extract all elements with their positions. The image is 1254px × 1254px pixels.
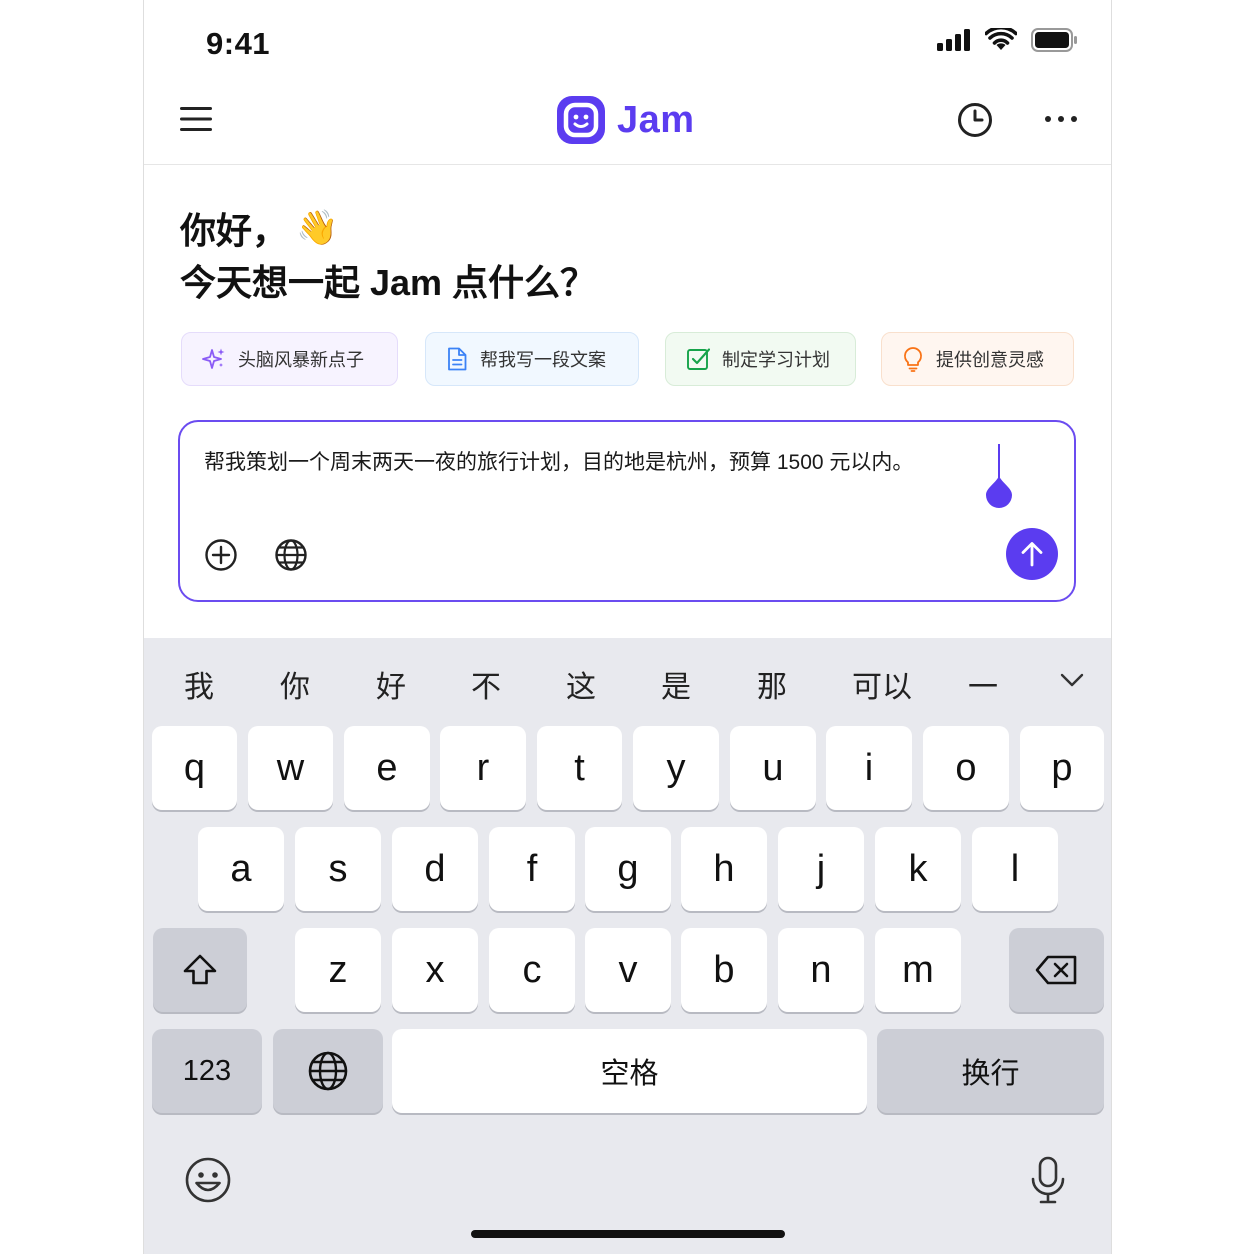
key-letter[interactable]: a — [198, 827, 284, 911]
key-letter[interactable]: s — [295, 827, 381, 911]
key-letter[interactable]: i — [826, 726, 912, 810]
chip-label: 帮我写一段文案 — [480, 350, 606, 370]
key-letter[interactable]: f — [489, 827, 575, 911]
status-bar: 9:41 — [144, 0, 1111, 84]
language-switch-key[interactable] — [273, 1029, 383, 1113]
candidate-word[interactable]: 那 — [757, 662, 787, 706]
status-icons — [937, 28, 1079, 52]
greeting-hello: 你好， — [180, 210, 289, 251]
key-letter[interactable]: w — [248, 726, 333, 810]
shift-key[interactable] — [153, 928, 247, 1012]
jam-logo-icon — [557, 96, 605, 144]
chip-brainstorm[interactable]: 头脑风暴新点子 — [181, 332, 398, 386]
arrow-up-icon — [1021, 542, 1043, 567]
key-letter[interactable]: j — [778, 827, 864, 911]
key-letter[interactable]: d — [392, 827, 478, 911]
key-letter[interactable]: r — [440, 726, 526, 810]
keyboard: 我 你 好 不 这 是 那 可以 一 q w e r t y u i o p a… — [144, 638, 1111, 1254]
key-letter[interactable]: z — [295, 928, 381, 1012]
candidate-word[interactable]: 这 — [566, 662, 596, 706]
selection-handle-icon[interactable] — [985, 474, 1013, 508]
key-letter[interactable]: m — [875, 928, 961, 1012]
more-options-icon[interactable] — [1044, 114, 1078, 124]
candidate-bar: 我 你 好 不 这 是 那 可以 一 — [144, 638, 1111, 724]
status-time: 9:41 — [206, 26, 271, 61]
send-button[interactable] — [1006, 528, 1058, 580]
key-letter[interactable]: v — [585, 928, 671, 1012]
key-letter[interactable]: u — [730, 726, 816, 810]
wifi-icon — [985, 28, 1017, 50]
space-key[interactable]: 空格 — [392, 1029, 867, 1113]
candidate-word[interactable]: 我 — [184, 662, 214, 706]
chip-creative-inspiration[interactable]: 提供创意灵感 — [881, 332, 1074, 386]
chevron-down-icon[interactable] — [1060, 672, 1084, 688]
greeting-line-1: 你好， 👋 — [180, 202, 338, 254]
emoji-icon[interactable] — [184, 1156, 232, 1204]
greeting-line-2: 今天想一起 Jam 点什么？ — [180, 262, 597, 303]
key-letter[interactable]: n — [778, 928, 864, 1012]
chip-study-plan[interactable]: 制定学习计划 — [665, 332, 856, 386]
document-icon — [448, 347, 467, 371]
candidate-word[interactable]: 是 — [661, 662, 691, 706]
backspace-icon — [1035, 955, 1076, 985]
microphone-icon[interactable] — [1030, 1156, 1066, 1206]
chip-label: 提供创意灵感 — [936, 350, 1044, 370]
globe-icon — [308, 1051, 348, 1091]
key-letter[interactable]: t — [537, 726, 622, 810]
key-letter[interactable]: c — [489, 928, 575, 1012]
candidate-word[interactable]: 一 — [968, 662, 998, 706]
candidate-word[interactable]: 不 — [471, 662, 501, 706]
shift-arrow-icon — [183, 954, 217, 985]
key-letter[interactable]: k — [875, 827, 961, 911]
lightbulb-icon — [904, 347, 922, 372]
key-letter[interactable]: p — [1020, 726, 1104, 810]
cellular-signal-icon — [937, 29, 970, 51]
candidate-word[interactable]: 可以 — [852, 662, 912, 706]
brand: Jam — [557, 96, 695, 144]
history-clock-icon[interactable] — [957, 102, 993, 138]
chip-label: 头脑风暴新点子 — [238, 350, 364, 370]
battery-icon — [1031, 28, 1077, 52]
key-letter[interactable]: g — [585, 827, 671, 911]
key-letter[interactable]: q — [152, 726, 237, 810]
backspace-key[interactable] — [1009, 928, 1104, 1012]
key-letter[interactable]: x — [392, 928, 478, 1012]
key-letter[interactable]: e — [344, 726, 430, 810]
home-indicator[interactable] — [471, 1230, 785, 1238]
key-letter[interactable]: l — [972, 827, 1058, 911]
key-letter[interactable]: y — [633, 726, 719, 810]
prompt-input-card[interactable]: 帮我策划一个周末两天一夜的旅行计划，目的地是杭州，预算 1500 元以内。 — [178, 420, 1076, 602]
text-caret — [998, 444, 1000, 478]
numbers-key[interactable]: 123 — [152, 1029, 262, 1113]
web-search-globe-icon[interactable] — [274, 538, 308, 572]
chip-write-copy[interactable]: 帮我写一段文案 — [425, 332, 639, 386]
checkbox-checked-icon — [687, 348, 710, 370]
brand-name: Jam — [617, 98, 695, 141]
waving-hand-icon: 👋 — [296, 209, 339, 247]
add-attachment-icon[interactable] — [204, 538, 238, 572]
sparkles-icon — [202, 348, 225, 369]
menu-icon[interactable] — [180, 106, 212, 132]
phone-screen: 9:41 Jam 你好， 👋 今天想一起 Jam 点什么？ 头脑风暴新点子 帮我… — [143, 0, 1112, 1254]
key-letter[interactable]: h — [681, 827, 767, 911]
candidate-word[interactable]: 你 — [280, 662, 310, 706]
chip-label: 制定学习计划 — [722, 350, 830, 370]
prompt-input-text[interactable]: 帮我策划一个周末两天一夜的旅行计划，目的地是杭州，预算 1500 元以内。 — [204, 446, 913, 476]
app-header: Jam — [144, 84, 1111, 165]
return-key[interactable]: 换行 — [877, 1029, 1104, 1113]
key-letter[interactable]: o — [923, 726, 1009, 810]
key-letter[interactable]: b — [681, 928, 767, 1012]
candidate-word[interactable]: 好 — [376, 662, 406, 706]
